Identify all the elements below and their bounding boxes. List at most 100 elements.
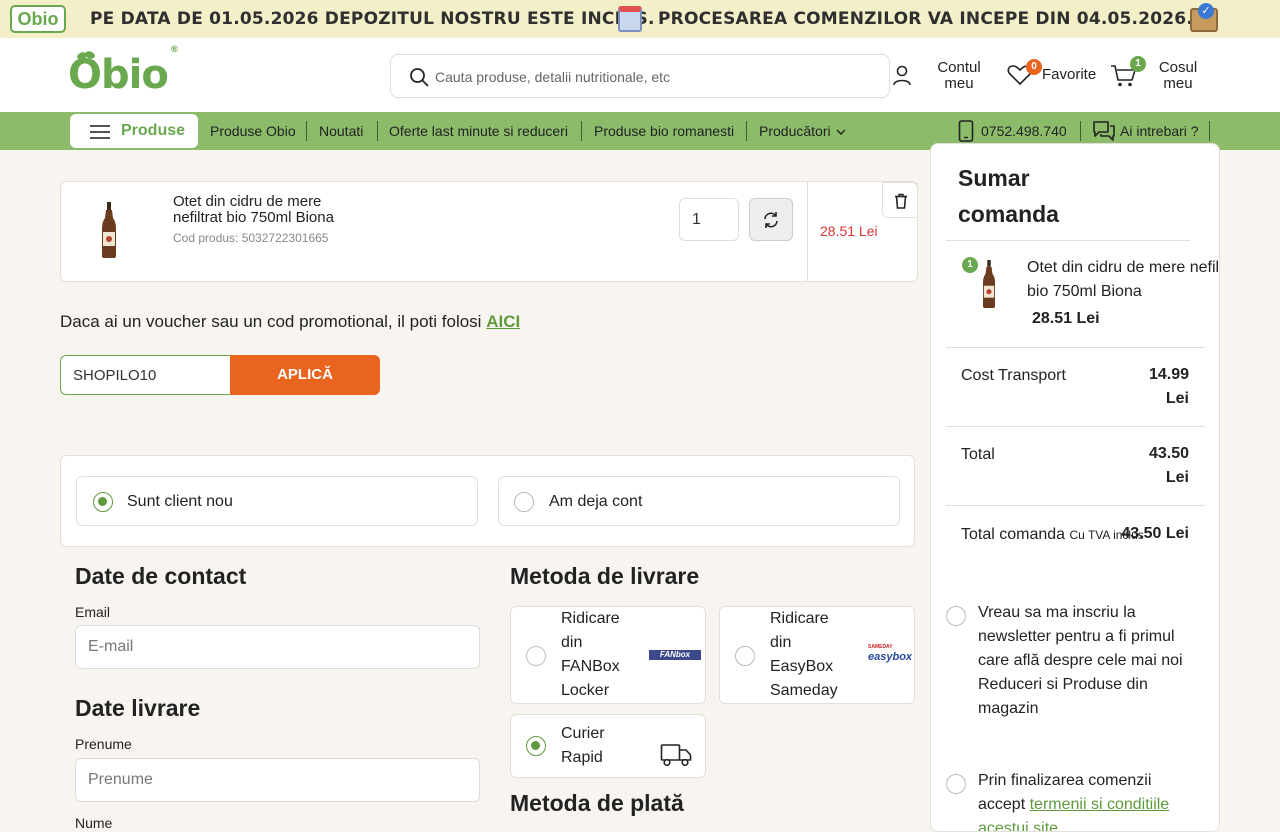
- terms-link-continued[interactable]: acestui site: [978, 820, 1058, 831]
- price-divider: [807, 182, 808, 281]
- menu-icon: [90, 125, 110, 139]
- quantity-input[interactable]: 1: [679, 198, 739, 241]
- account-line2: meu: [944, 75, 974, 92]
- fanbox-radio[interactable]: [526, 646, 546, 666]
- newsletter-checkbox[interactable]: [946, 606, 966, 626]
- account-link[interactable]: Contul meu: [930, 60, 988, 92]
- option-new-client[interactable]: Sunt client nou: [76, 476, 478, 526]
- new-client-radio[interactable]: [93, 492, 113, 512]
- shipping-option-courier[interactable]: Curier Rapid: [510, 714, 706, 778]
- voucher-input[interactable]: SHOPILO10: [60, 355, 232, 395]
- nav-divider: [746, 121, 747, 141]
- first-name-label: Prenume: [75, 736, 132, 752]
- products-menu-button[interactable]: Produse: [70, 114, 198, 148]
- existing-account-radio[interactable]: [514, 492, 534, 512]
- voucher-link[interactable]: AICI: [486, 312, 520, 331]
- phone-number[interactable]: 0752.498.740: [981, 123, 1067, 139]
- email-field[interactable]: E-mail: [75, 625, 480, 669]
- product-image[interactable]: [101, 202, 117, 258]
- newsletter-line: newsletter pentru a fi primul: [978, 628, 1175, 645]
- summary-item-count: 1: [962, 257, 978, 273]
- newsletter-line: Reduceri si Produse din: [978, 676, 1148, 693]
- cart-link[interactable]: Cosul meu: [1152, 60, 1204, 92]
- update-quantity-button[interactable]: [749, 198, 793, 241]
- cart-line1: Cosul: [1158, 59, 1198, 76]
- cart-item: Otet din cidru de mere nefiltrat bio 750…: [60, 181, 918, 282]
- payment-title: Metoda de plată: [510, 790, 684, 816]
- search-icon[interactable]: [409, 67, 429, 87]
- courier-radio[interactable]: [526, 736, 546, 756]
- divider: [946, 426, 1205, 427]
- account-line1: Contul: [937, 59, 981, 76]
- product-name[interactable]: Otet din cidru de mere nefiltrat bio 750…: [173, 194, 373, 226]
- fanbox-label-line: FANBox: [561, 658, 620, 675]
- fanbox-label-line: Ridicare: [561, 610, 620, 627]
- option-existing-account[interactable]: Am deja cont: [498, 476, 900, 526]
- summary-title-line: Sumar: [958, 165, 1030, 191]
- summary-title-line: comanda: [958, 201, 1059, 227]
- last-name-label: Nume: [75, 815, 113, 831]
- nav-item-noutati[interactable]: Noutati: [319, 123, 363, 139]
- summary-item-price: 28.51 Lei: [1032, 310, 1100, 327]
- site-header: Obio® Contul meu 0 Favorite 1 Cosul meu: [0, 38, 1280, 112]
- fanbox-logo: FANbox: [649, 650, 701, 660]
- banner-left-text: PE DATA DE 01.05.2026 DEPOZITUL NOSTRU E…: [90, 9, 655, 29]
- terms-link[interactable]: termenii si conditiile: [1030, 796, 1170, 813]
- courier-label: Curier Rapid: [561, 722, 605, 770]
- fanbox-label: Ridicare din FANBox Locker: [561, 607, 620, 703]
- terms-label: Prin finalizarea comenzii accept termeni…: [978, 769, 1170, 831]
- search-input[interactable]: [435, 65, 875, 89]
- favorites-link[interactable]: Favorite: [1042, 67, 1096, 83]
- refresh-icon: [764, 212, 778, 228]
- newsletter-line: Vreau sa ma inscriu la: [978, 604, 1136, 621]
- transport-value: 14.99 Lei: [1121, 363, 1189, 411]
- user-icon[interactable]: [891, 64, 913, 86]
- terms-line: Prin finalizarea comenzii: [978, 772, 1152, 789]
- nav-divider: [1209, 121, 1210, 141]
- questions-link[interactable]: Ai intrebari ?: [1120, 123, 1199, 139]
- product-code: Cod produs: 5032722301665: [173, 231, 329, 245]
- apply-voucher-button[interactable]: APLICĂ: [230, 355, 380, 395]
- terms-checkbox[interactable]: [946, 774, 966, 794]
- existing-account-label: Am deja cont: [549, 493, 643, 510]
- nav-item-oferte[interactable]: Oferte last minute si reduceri: [389, 123, 568, 139]
- easybox-label-line: din: [770, 634, 792, 651]
- trash-icon: [895, 193, 907, 209]
- banner-logo: Obio: [10, 5, 66, 33]
- easybox-label-line: EasyBox: [770, 658, 834, 675]
- client-type-card: Sunt client nou Am deja cont: [60, 455, 915, 547]
- order-total-value: 43.50 Lei: [1121, 525, 1189, 542]
- delivery-title: Date livrare: [75, 695, 201, 721]
- calendar-icon: [618, 6, 642, 32]
- cart-badge: 1: [1130, 56, 1146, 72]
- chevron-down-icon: [836, 129, 846, 135]
- easybox-radio[interactable]: [735, 646, 755, 666]
- contact-title: Date de contact: [75, 563, 247, 589]
- truck-icon: [660, 744, 692, 767]
- phone-icon: [958, 120, 974, 142]
- chat-icon: [1093, 121, 1115, 141]
- transport-label: Cost Transport: [961, 367, 1066, 384]
- order-total-label-text: Total comanda: [961, 526, 1066, 543]
- check-icon: ✓: [1198, 3, 1214, 19]
- voucher-prompt: Daca ai un voucher sau un cod promotiona…: [60, 312, 520, 332]
- site-logo[interactable]: Obio®: [68, 45, 179, 98]
- voucher-prompt-text: Daca ai un voucher sau un cod promotiona…: [60, 312, 482, 331]
- leaf-icon: [77, 51, 95, 60]
- newsletter-line: care află despre cele mai noi: [978, 652, 1183, 669]
- summary-title: Sumar comanda: [958, 160, 1059, 232]
- shipping-option-fanbox[interactable]: Ridicare din FANBox Locker FANbox: [510, 606, 706, 704]
- remove-item-button[interactable]: [882, 182, 918, 218]
- nav-divider: [377, 121, 378, 141]
- nav-divider: [581, 121, 582, 141]
- nav-item-produse-bio[interactable]: Produse bio romanesti: [594, 123, 734, 139]
- search-bar[interactable]: [390, 54, 890, 98]
- favorites-badge: 0: [1026, 59, 1042, 75]
- total-value-line: Lei: [1165, 469, 1189, 486]
- nav-item-produse-obio[interactable]: Produse Obio: [210, 123, 296, 139]
- easybox-label-line: Sameday: [770, 682, 838, 699]
- nav-item-producatori[interactable]: Producători: [759, 123, 846, 139]
- shipping-option-easybox[interactable]: Ridicare din EasyBox Sameday SAMEDAY eas…: [719, 606, 915, 704]
- first-name-field[interactable]: Prenume: [75, 758, 480, 802]
- nav-divider: [306, 121, 307, 141]
